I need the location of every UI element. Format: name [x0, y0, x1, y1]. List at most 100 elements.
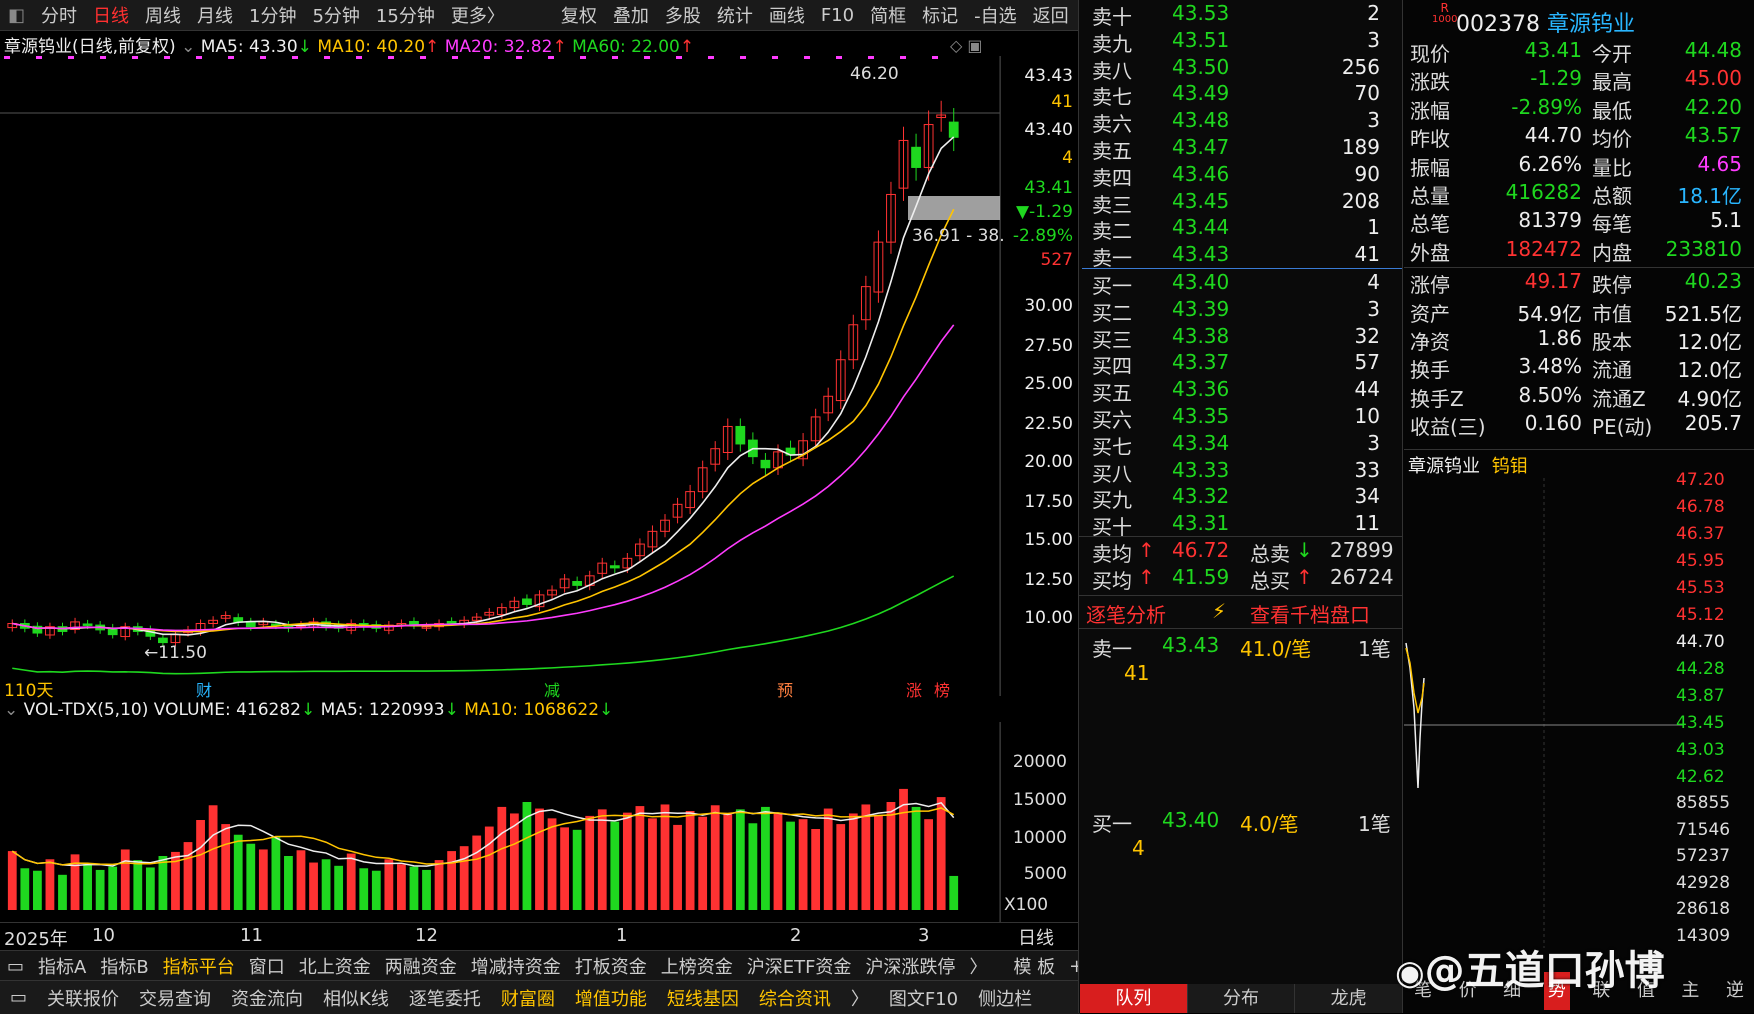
window-menu-icon[interactable]: ◧ — [0, 5, 33, 26]
toolbar-item-16[interactable]: -自选 — [966, 2, 1025, 28]
mini-price-tick: 45.12 — [1676, 605, 1725, 625]
view-1000-button[interactable]: 查看千档盘口 — [1250, 599, 1370, 628]
ask-row[interactable]: 卖四 43.46 90 — [1080, 162, 1400, 190]
indicator-tab[interactable]: 指标平台 — [156, 953, 242, 979]
tick-row[interactable]: 卖一 43.43 41.0/笔 1笔 — [1080, 633, 1400, 661]
ask-row[interactable]: 卖三 43.45 208 — [1080, 189, 1400, 217]
bid-row[interactable]: 买三 43.38 32 — [1080, 324, 1400, 352]
panel-tab[interactable]: 逐笔委托 — [399, 985, 491, 1011]
toolbar-item-13[interactable]: F10 — [813, 5, 862, 26]
panel-tab[interactable]: 相似K线 — [313, 985, 399, 1011]
mini-vol-tick: 28618 — [1676, 899, 1731, 919]
indicator-tab[interactable]: 沪深涨跌停 — [858, 953, 962, 979]
bid-row[interactable]: 买六 43.35 10 — [1080, 404, 1400, 432]
bid-row[interactable]: 买二 43.39 3 — [1080, 297, 1400, 325]
candlestick-chart[interactable] — [0, 56, 1000, 696]
toolbar-item-2[interactable]: 周线 — [137, 2, 189, 28]
indicator-tab[interactable]: 打板资金 — [568, 953, 654, 979]
high-label: 46.20 — [850, 64, 899, 84]
bid-row[interactable]: 买九 43.32 34 — [1080, 484, 1400, 512]
mini-tab[interactable]: 逆 — [1722, 972, 1748, 1010]
ask-row[interactable]: 卖八 43.50 256 — [1080, 55, 1400, 83]
tick-row[interactable]: 买一 43.40 4.0/笔 1笔 — [1080, 808, 1400, 836]
candle — [82, 623, 93, 626]
toolbar-item-5[interactable]: 5分钟 — [304, 2, 367, 28]
panel-tab[interactable]: 关联报价 — [37, 985, 129, 1011]
panel-tab[interactable]: 短线基因 — [657, 985, 749, 1011]
ask-row[interactable]: 卖二 43.44 1 — [1080, 215, 1400, 243]
toolbar-item-9[interactable]: 叠加 — [605, 2, 657, 28]
ask-row[interactable]: 卖六 43.48 3 — [1080, 108, 1400, 136]
tab-queue[interactable]: 队列 — [1080, 984, 1187, 1013]
toolbar-item-12[interactable]: 画线 — [761, 2, 813, 28]
panel-toggle-icon[interactable]: ▭ — [0, 956, 31, 977]
indicator-tab[interactable]: 增减持资金 — [464, 953, 568, 979]
toolbar-item-7[interactable]: 更多〉 — [443, 2, 513, 28]
chart-options-icons[interactable]: ◇ ▣ — [950, 36, 990, 55]
bid-row[interactable]: 买七 43.34 3 — [1080, 431, 1400, 459]
volume-bar — [397, 864, 406, 910]
indicator-tab[interactable]: 沪深ETF资金 — [740, 953, 859, 979]
indicator-tab[interactable]: 模 板 — [1006, 953, 1062, 979]
toolbar-item-8[interactable]: 复权 — [553, 2, 605, 28]
panel-tab[interactable]: 财富圈 — [491, 985, 565, 1011]
bid-row[interactable]: 买一 43.40 4 — [1080, 270, 1400, 298]
toolbar-item-6[interactable]: 15分钟 — [368, 2, 443, 28]
indicator-tab[interactable]: 窗口 — [242, 953, 292, 979]
bid-row[interactable]: 买八 43.33 33 — [1080, 458, 1400, 486]
indicator-tab[interactable]: 指标B — [93, 953, 155, 979]
toolbar-item-17[interactable]: 返回 — [1025, 2, 1077, 28]
quote-row: 涨停 49.17 跌停 40.23 — [1410, 269, 1742, 298]
toolbar-item-14[interactable]: 简框 — [862, 2, 914, 28]
collapse-icon[interactable]: ⌄ — [181, 37, 195, 57]
ask-row[interactable]: 卖九 43.51 3 — [1080, 28, 1400, 56]
panel-tab[interactable]: 资金流向 — [221, 985, 313, 1011]
panel-tab[interactable]: 交易查询 — [129, 985, 221, 1011]
volume-bar — [936, 797, 946, 910]
panel-tab[interactable]: 侧边栏 — [968, 985, 1042, 1011]
indicator-tab[interactable]: 上榜资金 — [654, 953, 740, 979]
panel-tab[interactable]: 〉 — [841, 985, 879, 1011]
bid-row[interactable]: 买十 43.31 11 — [1080, 511, 1400, 539]
panel-tab[interactable]: 综合资讯 — [749, 985, 841, 1011]
marker-yu[interactable]: 预 — [777, 677, 793, 701]
toolbar-item-0[interactable]: 分时 — [33, 2, 85, 28]
marker-cai[interactable]: 财 — [196, 677, 212, 701]
sector-tag[interactable]: 钨钼 — [1492, 456, 1528, 477]
toolbar-item-15[interactable]: 标记 — [914, 2, 966, 28]
ask-row[interactable]: 卖一 43.43 41 — [1080, 242, 1400, 270]
mini-tab[interactable]: 主 — [1677, 972, 1703, 1010]
tab-distribution[interactable]: 分布 — [1186, 984, 1295, 1013]
tick-analysis-button[interactable]: 逐笔分析 — [1086, 599, 1166, 628]
mini-price-tick: 43.03 — [1676, 740, 1725, 760]
panel-tab[interactable]: 增值功能 — [565, 985, 657, 1011]
signal-marker — [804, 56, 810, 59]
ask-row[interactable]: 卖十 43.53 2 — [1080, 1, 1400, 29]
marker-zhang[interactable]: 涨 — [906, 677, 922, 701]
toolbar-item-4[interactable]: 1分钟 — [241, 2, 304, 28]
avg-bid-row: 买均 ↑ 41.59 总买 ↑ 26724 — [1092, 565, 1394, 593]
indicator-tab[interactable]: 〉 — [962, 953, 994, 979]
toolbar-item-11[interactable]: 统计 — [709, 2, 761, 28]
indicator-tab[interactable]: 两融资金 — [378, 953, 464, 979]
candle — [572, 580, 583, 586]
indicator-tab[interactable]: 北上资金 — [292, 953, 378, 979]
bid-row[interactable]: 买四 43.37 57 — [1080, 350, 1400, 378]
bid-row[interactable]: 买五 43.36 44 — [1080, 377, 1400, 405]
collapse-icon[interactable]: ⌄ — [4, 700, 18, 720]
tick-header: 逐笔分析 ⚡ 查看千档盘口 — [1080, 599, 1400, 628]
volume-chart[interactable] — [0, 722, 1000, 922]
toolbar-item-3[interactable]: 月线 — [189, 2, 241, 28]
toolbar-item-1[interactable]: 日线 — [85, 2, 137, 28]
tab-dragon-tiger[interactable]: 龙虎 — [1294, 984, 1403, 1013]
ask-row[interactable]: 卖七 43.49 70 — [1080, 81, 1400, 109]
ask-row[interactable]: 卖五 43.47 189 — [1080, 135, 1400, 163]
intraday-mini-chart[interactable] — [1404, 478, 1684, 948]
panel-tab[interactable]: 图文F10 — [879, 985, 968, 1011]
toolbar-item-10[interactable]: 多股 — [657, 2, 709, 28]
orderbook-tabs: 队列 分布 龙虎 — [1080, 984, 1403, 1013]
marker-bang[interactable]: 榜 — [934, 677, 950, 701]
indicator-tab[interactable]: 指标A — [31, 953, 93, 979]
panel-toggle-icon[interactable]: ▭ — [0, 987, 37, 1008]
marker-jian[interactable]: 减 — [544, 677, 560, 701]
